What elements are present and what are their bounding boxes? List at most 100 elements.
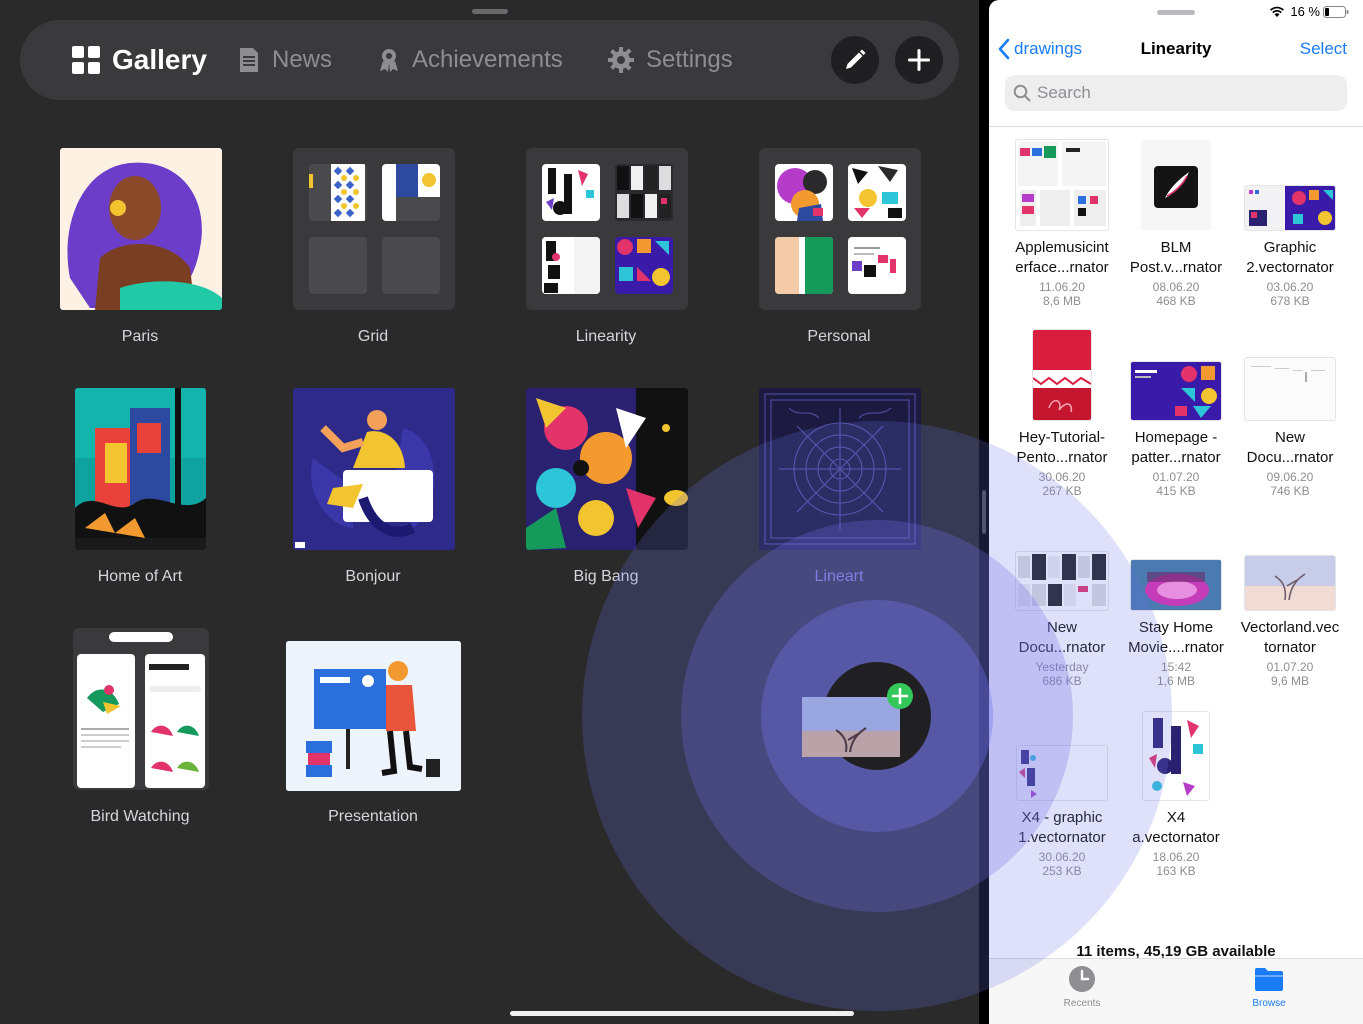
tab-gallery-label: Gallery — [112, 44, 207, 75]
file-thumbnail — [1016, 552, 1108, 610]
file-name-line1: X4 - graphic — [1021, 809, 1103, 826]
back-button[interactable]: drawings — [997, 38, 1082, 60]
file-name-line2: Docu...rnator — [1246, 449, 1334, 466]
tab-recents-label: Recents — [1063, 998, 1101, 1009]
tab-news[interactable]: News — [238, 20, 332, 100]
gallery-item-label: Home of Art — [97, 568, 183, 585]
tab-gallery[interactable]: Gallery — [72, 20, 207, 100]
search-icon — [1013, 84, 1031, 102]
file-name-line1: Graphic — [1263, 239, 1317, 256]
file-name-line2: 2.vectornator — [1246, 259, 1334, 276]
file-size: 678 KB — [1270, 294, 1310, 308]
gallery-app: Gallery News Achievements Settings Paris… — [0, 0, 979, 1024]
file-name-line2: patter...rnator — [1131, 449, 1221, 466]
multitasking-grabber[interactable] — [1157, 10, 1195, 15]
file-name-line1: Homepage - — [1134, 429, 1218, 446]
grid-icon — [72, 46, 100, 74]
edit-button[interactable] — [831, 36, 879, 84]
file-thumbnail — [1143, 712, 1209, 800]
files-navigation-bar: Linearity drawings Select — [989, 38, 1363, 62]
presentation-thumbnail — [286, 641, 461, 791]
tab-settings[interactable]: Settings — [608, 20, 733, 100]
split-view-handle[interactable] — [982, 490, 986, 534]
gear-icon — [608, 47, 634, 73]
file-size: 415 KB — [1156, 484, 1196, 498]
gallery-item-label: Paris — [121, 328, 159, 345]
file-thumbnail — [1016, 140, 1108, 230]
gallery-item-label: Bird Watching — [90, 808, 190, 825]
file-thumbnail — [1245, 186, 1335, 230]
screen: Gallery News Achievements Settings Paris… — [0, 0, 1363, 1024]
select-button[interactable]: Select — [1300, 39, 1347, 59]
tab-news-label: News — [272, 46, 333, 73]
bird-watching-thumbnail — [73, 628, 209, 790]
file-name-line2: Docu...rnator — [1018, 639, 1106, 656]
search-input[interactable]: Search — [1005, 75, 1347, 111]
file-date: 30.06.20 — [1038, 470, 1086, 484]
gallery-item-label: Linearity — [575, 328, 637, 345]
file-size: 9,6 MB — [1270, 674, 1309, 688]
file-name-line2: a.vectornator — [1132, 829, 1220, 846]
big-bang-thumbnail — [526, 388, 688, 550]
pencil-icon — [846, 49, 866, 69]
file-name-line2: erface...rnator — [1015, 259, 1109, 276]
gallery-item-label: Grid — [357, 328, 389, 345]
file-date: Yesterday — [1035, 660, 1089, 674]
file-size: 253 KB — [1042, 864, 1082, 878]
file-date: 01.07.20 — [1152, 470, 1200, 484]
file-date: 03.06.20 — [1266, 280, 1314, 294]
multitasking-grabber[interactable] — [472, 9, 508, 14]
tab-settings-label: Settings — [646, 46, 733, 73]
split-view-divider[interactable] — [979, 0, 989, 1024]
file-name-line1: X4 — [1166, 809, 1186, 826]
personal-folder-thumbnail — [759, 148, 921, 310]
home-indicator[interactable] — [510, 1011, 854, 1016]
battery-percent: 16 % — [1290, 4, 1320, 19]
file-size: 1,6 MB — [1156, 674, 1195, 688]
clock-icon — [1069, 966, 1095, 992]
file-date: 01.07.20 — [1266, 660, 1314, 674]
file-name-line2: 1.vectornator — [1018, 829, 1106, 846]
gallery-item-label: Presentation — [328, 808, 418, 825]
file-date: 11.06.20 — [1039, 280, 1085, 294]
file-name-line2: Pento...rnator — [1016, 449, 1108, 466]
linearity-folder-thumbnail — [526, 148, 688, 310]
file-thumbnail — [1017, 746, 1107, 800]
add-button[interactable] — [895, 36, 943, 84]
file-name-line1: Vectorland.vec — [1240, 619, 1340, 636]
file-thumbnail — [1033, 330, 1091, 420]
gallery-item-label: Personal — [807, 328, 871, 345]
file-name-line1: New — [1274, 429, 1305, 446]
home-of-art-thumbnail — [75, 388, 206, 550]
grid-folder-thumbnail — [293, 148, 455, 310]
battery-icon — [1323, 5, 1349, 18]
file-thumbnail — [1245, 358, 1335, 420]
files-app: 16 % Linearity drawings Select Search Ap… — [989, 0, 1363, 1024]
file-size: 8,6 MB — [1042, 294, 1081, 308]
file-thumbnail — [1131, 362, 1221, 420]
folder-icon — [1255, 968, 1283, 991]
tab-browse[interactable]: Browse — [1219, 965, 1319, 1009]
file-date: 09.06.20 — [1266, 470, 1314, 484]
lineart-thumbnail — [759, 388, 921, 550]
ribbon-icon — [380, 49, 398, 72]
top-navigation-bar: Gallery News Achievements Settings — [20, 20, 959, 100]
chevron-left-icon — [998, 38, 1010, 60]
file-size: 163 KB — [1156, 864, 1196, 878]
file-size: 267 KB — [1042, 484, 1082, 498]
wifi-icon — [1270, 6, 1285, 17]
header-separator — [989, 126, 1363, 127]
newspaper-icon — [240, 48, 258, 72]
tab-achievements[interactable]: Achievements — [378, 20, 563, 100]
file-name-line2: Post.v...rnator — [1129, 259, 1223, 276]
file-thumbnail — [1141, 140, 1211, 230]
file-date: 30.06.20 — [1038, 850, 1086, 864]
status-bar: 16 % — [1269, 4, 1349, 19]
file-date: 08.06.20 — [1152, 280, 1200, 294]
gallery-item-label: Bonjour — [345, 568, 401, 585]
gallery-item-label: Lineart — [814, 568, 864, 585]
file-thumbnail — [1245, 556, 1335, 610]
bonjour-thumbnail — [293, 388, 455, 550]
file-date: 18.06.20 — [1152, 850, 1200, 864]
tab-recents[interactable]: Recents — [1032, 965, 1132, 1009]
